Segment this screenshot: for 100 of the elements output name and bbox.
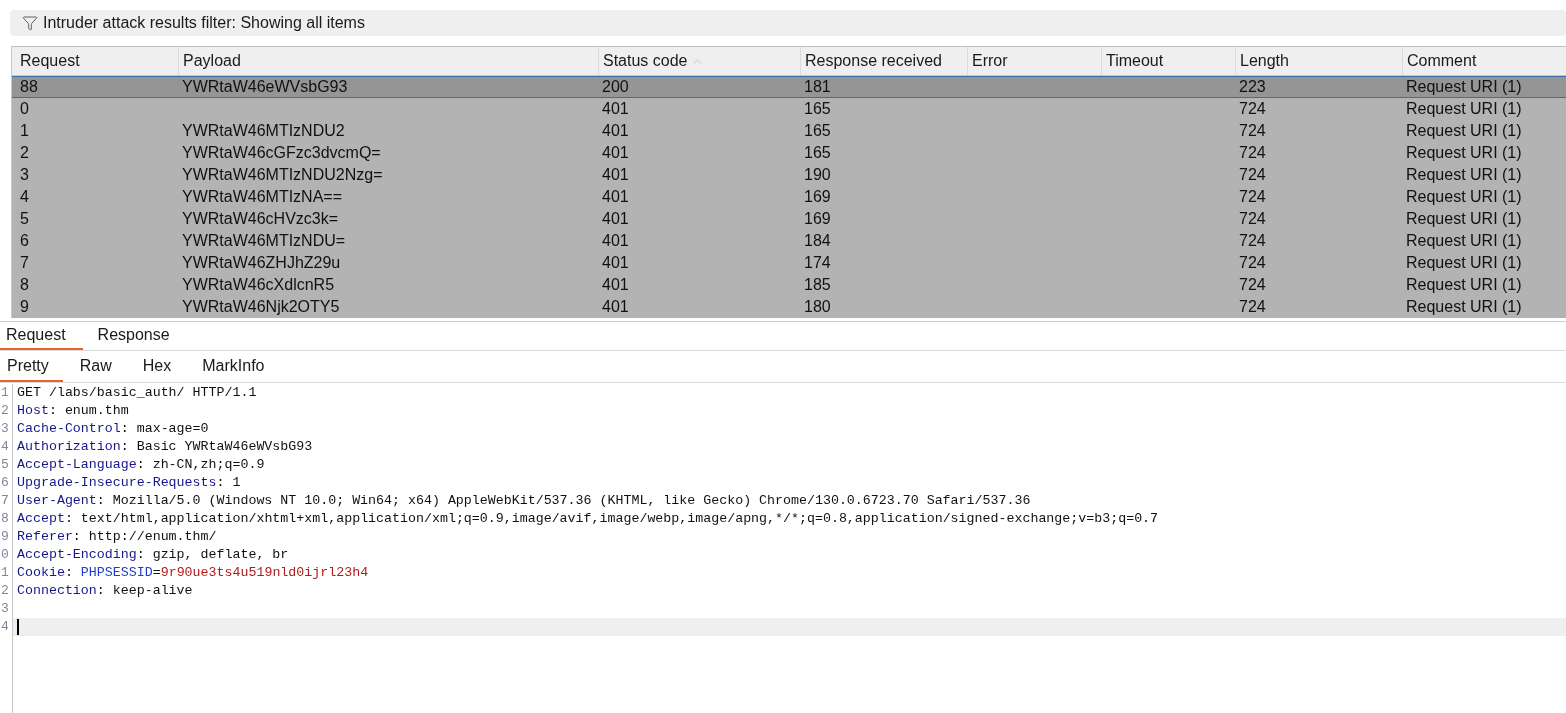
column-header[interactable]: Request: [12, 47, 178, 75]
code-line: Host: enum.thm: [16, 402, 130, 420]
table-cell: 724: [1239, 231, 1266, 251]
table-cell: 401: [602, 99, 629, 119]
table-cell: 724: [1239, 121, 1266, 141]
column-header[interactable]: Response received: [800, 47, 967, 75]
table-row[interactable]: 9 YWRtaW46Njk2OTY5 401 180 724 Request URI (1): [12, 296, 1566, 318]
table-cell: Request URI (1): [1406, 275, 1522, 295]
table-cell: 724: [1239, 297, 1266, 317]
table-cell: 1: [20, 121, 29, 141]
text-cursor-icon: [17, 619, 19, 635]
line-number: 3: [0, 600, 13, 618]
table-cell: 165: [804, 99, 831, 119]
table-cell: 169: [804, 209, 831, 229]
table-cell: 724: [1239, 253, 1266, 273]
tab[interactable]: Response: [91, 322, 187, 350]
code-line: Cookie: PHPSESSID=9r90ue3ts4u519nld0ijrl23h4: [16, 564, 370, 582]
table-cell: 724: [1239, 143, 1266, 163]
table-cell: Request URI (1): [1406, 187, 1522, 207]
table-cell: YWRtaW46ZHJhZ29u: [182, 253, 341, 273]
code-line: Upgrade-Insecure-Requests: 1: [16, 474, 242, 492]
tab[interactable]: MarkInfo: [195, 351, 279, 382]
table-row[interactable]: 2 YWRtaW46cGFzc3dvcmQ= 401 165 724 Request URI (1): [12, 142, 1566, 164]
table-cell: 7: [20, 253, 29, 273]
table-cell: 401: [602, 165, 629, 185]
table-cell: 401: [602, 231, 629, 251]
code-line: Connection: keep-alive: [16, 582, 194, 600]
table-cell: 401: [602, 297, 629, 317]
table-cell: YWRtaW46MTIzNDU=: [182, 231, 346, 251]
line-number: 1: [0, 384, 13, 402]
code-line: Accept-Language: zh-CN,zh;q=0.9: [16, 456, 266, 474]
code-line: GET /labs/basic_auth/ HTTP/1.1: [16, 384, 258, 402]
table-cell: 190: [804, 165, 831, 185]
table-cell: 4: [20, 187, 29, 207]
column-header[interactable]: Comment: [1402, 47, 1566, 75]
table-cell: 200: [602, 77, 629, 97]
table-cell: 184: [804, 231, 831, 251]
table-cell: 401: [602, 121, 629, 141]
table-row[interactable]: 8 YWRtaW46cXdlcnR5 401 185 724 Request URI (1): [12, 274, 1566, 296]
tab[interactable]: Raw: [72, 351, 126, 382]
table-cell: 724: [1239, 275, 1266, 295]
line-number: 6: [0, 474, 13, 492]
table-cell: 165: [804, 143, 831, 163]
table-cell: 0: [20, 99, 29, 119]
table-cell: 185: [804, 275, 831, 295]
code-line: Cache-Control: max-age=0: [16, 420, 210, 438]
code-line: User-Agent: Mozilla/5.0 (Windows NT 10.0; Win64; x64) AppleWebKit/537.36 (KHTML, like Gecko) Chrome/130.0.6723.70 Safari/537.36: [16, 492, 1032, 510]
table-cell: 181: [804, 77, 831, 97]
filter-bar[interactable]: Intruder attack results filter: Showing all items: [10, 10, 1566, 36]
table-cell: 9: [20, 297, 29, 317]
tab[interactable]: Hex: [135, 351, 186, 382]
table-cell: 6: [20, 231, 29, 251]
table-cell: 401: [602, 187, 629, 207]
table-cell: Request URI (1): [1406, 297, 1522, 317]
code-line: Referer: http://enum.thm/: [16, 528, 218, 546]
line-number: 9: [0, 528, 13, 546]
table-row[interactable]: 6 YWRtaW46MTIzNDU= 401 184 724 Request URI (1): [12, 230, 1566, 252]
table-row[interactable]: 5 YWRtaW46cHVzc3k= 401 169 724 Request URI (1): [12, 208, 1566, 230]
table-cell: 223: [1239, 77, 1266, 97]
table-cell: Request URI (1): [1406, 165, 1522, 185]
table-cell: Request URI (1): [1406, 231, 1522, 251]
column-header[interactable]: Timeout: [1101, 47, 1235, 75]
table-cell: 88: [20, 77, 38, 97]
table-row[interactable]: 4 YWRtaW46MTIzNA== 401 169 724 Request URI (1): [12, 186, 1566, 208]
line-number: 7: [0, 492, 13, 510]
table-row[interactable]: 1 YWRtaW46MTIzNDU2 401 165 724 Request URI (1): [12, 120, 1566, 142]
table-cell: Request URI (1): [1406, 143, 1522, 163]
table-cell: 401: [602, 143, 629, 163]
table-row[interactable]: 88 YWRtaW46eWVsbG93 200 181 223 Request URI (1): [12, 76, 1566, 98]
line-number: 4: [0, 438, 13, 456]
table-cell: 3: [20, 165, 29, 185]
code-line: Authorization: Basic YWRtaW46eWVsbG93: [16, 438, 314, 456]
table-cell: 2: [20, 143, 29, 163]
filter-icon: [22, 15, 38, 31]
line-number: 0: [0, 546, 13, 564]
table-cell: 165: [804, 121, 831, 141]
table-cell: YWRtaW46cHVzc3k=: [182, 209, 339, 229]
table-cell: 174: [804, 253, 831, 273]
table-cell: YWRtaW46cGFzc3dvcmQ=: [182, 143, 381, 163]
table-cell: Request URI (1): [1406, 77, 1522, 97]
table-cell: Request URI (1): [1406, 209, 1522, 229]
table-cell: Request URI (1): [1406, 253, 1522, 273]
table-row[interactable]: 0 401 165 724 Request URI (1): [12, 98, 1566, 120]
table-cell: 401: [602, 209, 629, 229]
line-number: 2: [0, 582, 13, 600]
table-cell: 8: [20, 275, 29, 295]
table-cell: YWRtaW46Njk2OTY5: [182, 297, 340, 317]
table-row[interactable]: 7 YWRtaW46ZHJhZ29u 401 174 724 Request URI (1): [12, 252, 1566, 274]
line-number: 5: [0, 456, 13, 474]
table-cell: 401: [602, 253, 629, 273]
table-cell: 169: [804, 187, 831, 207]
column-header[interactable]: Length: [1235, 47, 1402, 75]
table-row[interactable]: 3 YWRtaW46MTIzNDU2Nzg= 401 190 724 Request URI (1): [12, 164, 1566, 186]
table-cell: YWRtaW46MTIzNDU2Nzg=: [182, 165, 383, 185]
column-header[interactable]: Error: [967, 47, 1101, 75]
table-cell: 401: [602, 275, 629, 295]
code-line: Accept-Encoding: gzip, deflate, br: [16, 546, 290, 564]
column-header[interactable]: Status code: [598, 47, 800, 75]
column-header[interactable]: Payload: [178, 47, 598, 75]
table-cell: YWRtaW46MTIzNDU2: [182, 121, 345, 141]
